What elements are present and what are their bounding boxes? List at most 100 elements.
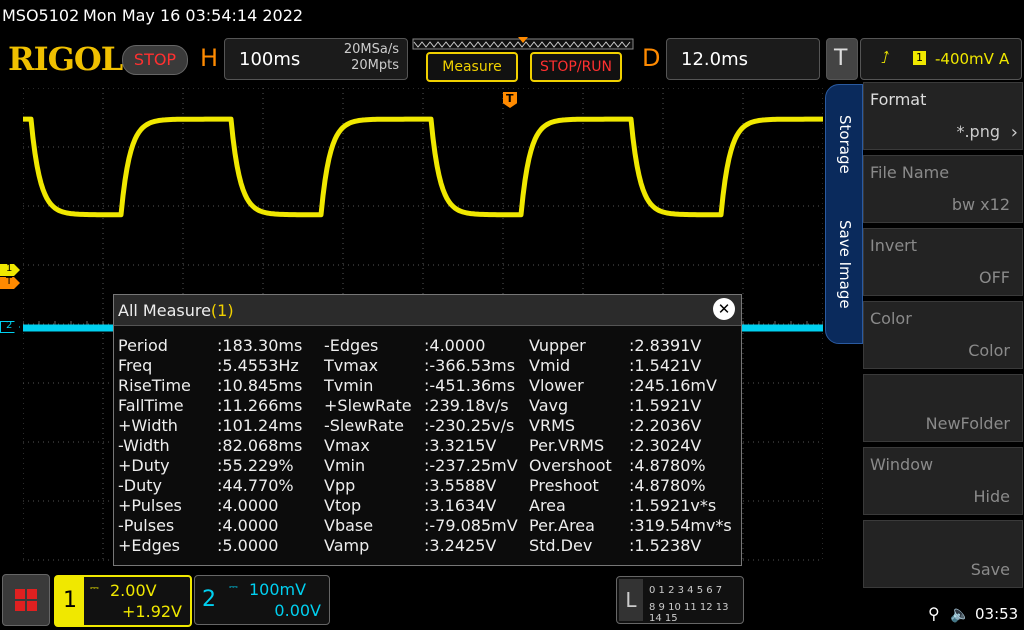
tab-save-image[interactable]: Save Image <box>834 220 854 320</box>
measure-name: Area <box>529 496 566 515</box>
measure-name: -Edges <box>324 336 379 355</box>
menu-item-value: NewFolder <box>925 414 1010 433</box>
ch1-offset: +1.92V <box>122 602 182 621</box>
measure-name: Vmid <box>529 356 571 375</box>
menu-item-title: Format <box>870 90 927 109</box>
measure-value: :-237.25mV <box>424 456 518 475</box>
measure-value: :2.8391V <box>629 336 702 355</box>
measure-name: Vavg <box>529 396 569 415</box>
measure-name: Period <box>118 336 168 355</box>
menu-item-color[interactable]: Color Color <box>863 301 1023 369</box>
measure-name: Per.VRMS <box>529 436 605 455</box>
horizontal-panel[interactable]: H 100ms 20MSa/s 20Mpts <box>194 38 408 80</box>
measure-value: :4.0000 <box>217 516 279 535</box>
grid-menu-icon <box>15 589 37 611</box>
measure-name: Vpp <box>324 476 356 495</box>
ch1-scale: 2.00V <box>110 581 157 600</box>
measure-name: Vtop <box>324 496 362 515</box>
trigger-level-marker[interactable]: T <box>0 277 20 289</box>
delay-value: 12.0ms <box>681 49 748 70</box>
menu-item-save[interactable]: Save <box>863 520 1023 588</box>
measure-name: Vupper <box>529 336 586 355</box>
measure-value: :-451.36ms <box>424 376 516 395</box>
measure-value: :2.2036V <box>629 416 702 435</box>
menu-item-bw-x12[interactable]: File Name bw x12 <box>863 155 1023 223</box>
delay-box: 12.0ms <box>666 38 820 80</box>
measure-value: :5.0000 <box>217 536 279 555</box>
measure-value: :4.8780% <box>629 476 706 495</box>
measure-name: VRMS <box>529 416 576 435</box>
dc-coupling-icon: ⎓ <box>229 580 238 593</box>
measure-value: :5.4553Hz <box>217 356 299 375</box>
measure-name: Tvmax <box>324 356 379 375</box>
trigger-panel[interactable]: T ⭜ 1 -400mV A <box>826 38 1022 80</box>
ch2-status-box[interactable]: 2 ⎓ 100mV 0.00V <box>194 575 330 625</box>
menu-item-value: OFF <box>979 268 1010 287</box>
measure-name: FallTime <box>118 396 184 415</box>
menu-item-title: Invert <box>870 236 918 255</box>
measure-value: :1.5238V <box>629 536 702 555</box>
menu-item-newfolder[interactable]: NewFolder <box>863 374 1023 442</box>
close-icon[interactable]: ✕ <box>713 298 735 320</box>
measure-value: :2.3024V <box>629 436 702 455</box>
memory-depth: 20Mpts <box>351 58 399 73</box>
measure-value: :-230.25v/s <box>424 416 515 435</box>
measure-value: :4.0000 <box>424 336 486 355</box>
measure-name: Vmin <box>324 456 366 475</box>
measure-value: :55.229% <box>217 456 294 475</box>
ch1-status-box[interactable]: 1 ⎓ 2.00V +1.92V <box>54 575 192 627</box>
stop-run-button-label: STOP/RUN <box>539 59 613 75</box>
menu-item-off[interactable]: Invert OFF <box>863 228 1023 296</box>
trigger-mode: A <box>999 50 1010 68</box>
measure-name: Per.Area <box>529 516 595 535</box>
measure-value: :1.5921v*s <box>629 496 717 515</box>
ch2-number: 2 <box>202 587 216 612</box>
measure-value: :101.24ms <box>217 416 303 435</box>
run-state-indicator[interactable]: STOP <box>122 45 188 75</box>
stop-run-button[interactable]: STOP/RUN <box>530 52 622 82</box>
menu-item-title: Color <box>870 309 912 328</box>
measure-value: :245.16mV <box>629 376 717 395</box>
measure-value: :-366.53ms <box>424 356 516 375</box>
measure-value: :82.068ms <box>217 436 303 455</box>
measure-button[interactable]: Measure <box>426 52 518 82</box>
measure-value: :239.18v/s <box>424 396 509 415</box>
tab-storage[interactable]: Storage <box>834 115 854 195</box>
menu-button[interactable] <box>2 574 50 626</box>
measure-name: -Width <box>118 436 170 455</box>
menu-item-value: bw x12 <box>951 195 1010 214</box>
trigger-label: T <box>834 46 848 71</box>
measure-value: :183.30ms <box>217 336 303 355</box>
measure-name: -SlewRate <box>324 416 404 435</box>
measure-name: Vamp <box>324 536 370 555</box>
measure-name: +Width <box>118 416 178 435</box>
sample-rate: 20MSa/s <box>343 42 399 57</box>
measure-value: :1.5421V <box>629 356 702 375</box>
measure-value: :3.1634V <box>424 496 497 515</box>
measure-name: +Pulses <box>118 496 182 515</box>
measure-button-label: Measure <box>442 59 502 75</box>
speaker-muted-icon[interactable]: 🔈 <box>950 604 970 623</box>
measure-name: Freq <box>118 356 153 375</box>
ch2-ground-marker[interactable]: 2 <box>0 321 20 333</box>
menu-item--png[interactable]: Format *.png › <box>863 82 1023 150</box>
timebase-box: 100ms 20MSa/s 20Mpts <box>224 38 408 80</box>
menu-item-hide[interactable]: Window Hide <box>863 447 1023 515</box>
measure-name: RiseTime <box>118 376 191 395</box>
status-bar: MSO5102 Mon May 16 03:54:14 2022 <box>0 0 1024 32</box>
trigger-source: 1 <box>913 51 926 65</box>
horizontal-label: H <box>200 44 219 72</box>
measure-name: -Duty <box>118 476 162 495</box>
menu-item-title: File Name <box>870 163 950 182</box>
usb-icon: ⚲ <box>928 604 940 623</box>
ch1-ground-marker[interactable]: 1 <box>0 264 20 276</box>
memory-position-bar <box>412 37 634 50</box>
measure-name: Std.Dev <box>529 536 593 555</box>
la-channels-row1: 0 1 2 3 4 5 6 7 <box>649 585 723 596</box>
trigger-level: -400mV <box>935 50 994 68</box>
delay-panel[interactable]: D 12.0ms <box>636 38 822 80</box>
measure-value: :1.5921V <box>629 396 702 415</box>
measure-value: :10.845ms <box>217 376 303 395</box>
logic-analyzer-box[interactable]: L 0 1 2 3 4 5 6 7 8 9 10 11 12 13 14 15 <box>616 576 744 624</box>
dc-coupling-icon: ⎓ <box>90 581 99 594</box>
